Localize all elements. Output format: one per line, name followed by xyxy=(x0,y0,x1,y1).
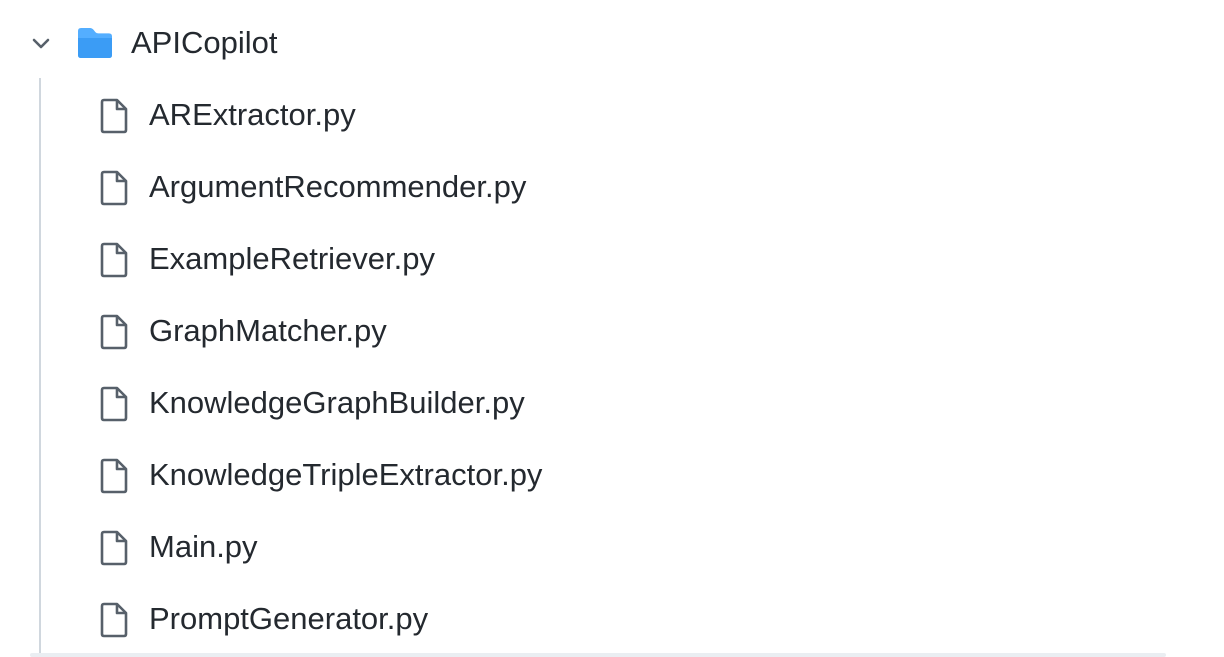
file-icon xyxy=(100,530,128,566)
horizontal-scrollbar[interactable] xyxy=(30,653,1166,657)
file-name: ARExtractor.py xyxy=(149,97,356,132)
file-item[interactable]: ArgumentRecommender.py xyxy=(0,152,1224,224)
file-name: GraphMatcher.py xyxy=(149,313,387,348)
file-item[interactable]: ARExtractor.py xyxy=(0,80,1224,152)
file-name: ArgumentRecommender.py xyxy=(149,169,527,204)
file-list: ARExtractor.py ArgumentRecommender.py Ex… xyxy=(0,80,1224,656)
file-name: Main.py xyxy=(149,529,258,564)
file-name: KnowledgeTripleExtractor.py xyxy=(149,457,543,492)
file-icon xyxy=(100,170,128,206)
file-item[interactable]: KnowledgeGraphBuilder.py xyxy=(0,368,1224,440)
file-item[interactable]: GraphMatcher.py xyxy=(0,296,1224,368)
file-icon xyxy=(100,458,128,494)
file-item[interactable]: Main.py xyxy=(0,512,1224,584)
folder-row-apicopilot[interactable]: APICopilot xyxy=(0,0,1224,86)
file-icon xyxy=(100,98,128,134)
file-name: ExampleRetriever.py xyxy=(149,241,436,276)
file-icon xyxy=(100,242,128,278)
file-icon xyxy=(100,386,128,422)
folder-name: APICopilot xyxy=(131,25,278,60)
file-tree: APICopilot ARExtractor.py ArgumentRecomm… xyxy=(0,0,1224,657)
file-item[interactable]: PromptGenerator.py xyxy=(0,584,1224,656)
folder-icon xyxy=(78,28,112,58)
file-icon xyxy=(100,602,128,638)
file-name: KnowledgeGraphBuilder.py xyxy=(149,385,525,420)
file-icon xyxy=(100,314,128,350)
file-item[interactable]: ExampleRetriever.py xyxy=(0,224,1224,296)
file-item[interactable]: KnowledgeTripleExtractor.py xyxy=(0,440,1224,512)
file-name: PromptGenerator.py xyxy=(149,601,429,636)
chevron-down-icon[interactable] xyxy=(29,31,53,55)
